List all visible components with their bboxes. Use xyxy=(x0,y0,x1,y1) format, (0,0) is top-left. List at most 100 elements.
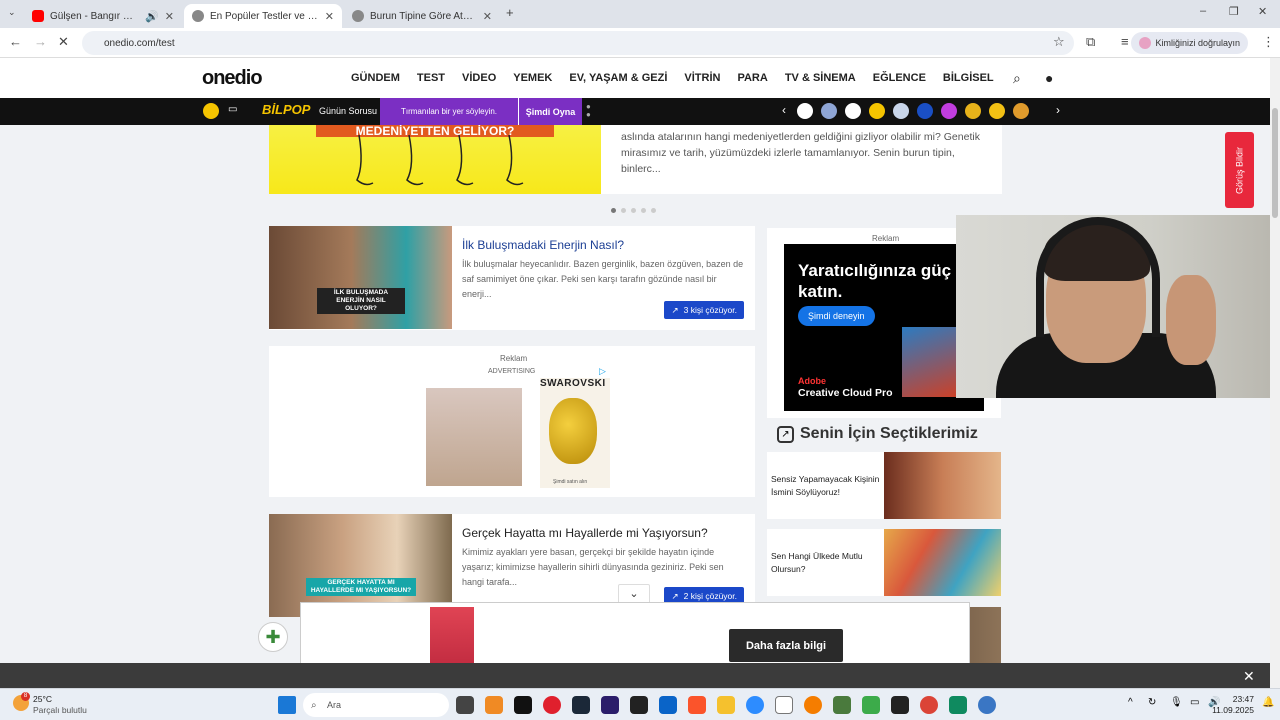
user-icon[interactable]: ● xyxy=(1045,70,1053,86)
minimize-icon[interactable]: – xyxy=(1200,5,1206,17)
quiz-card[interactable]: İLK BULUŞMADA ENERJİN NASIL OLUYOR? İlk … xyxy=(269,226,755,330)
close-ad-icon[interactable]: ✕ xyxy=(1243,668,1255,685)
nav-eglence[interactable]: EĞLENCE xyxy=(873,72,926,84)
category-icon[interactable] xyxy=(893,103,909,119)
taskbar-search[interactable]: ⌕ Ara xyxy=(303,693,449,717)
nav-ev-yasam-gezi[interactable]: EV, YAŞAM & GEZİ xyxy=(569,72,667,84)
collapse-ad-button[interactable]: ⌄ xyxy=(618,584,650,604)
solvers-button[interactable]: ↗ 3 kişi çözüyor. xyxy=(664,301,744,319)
task-view-icon[interactable] xyxy=(456,696,474,714)
more-info-button[interactable]: Daha fazla bilgi xyxy=(729,629,843,662)
feedback-button[interactable]: Görüş Bildir xyxy=(1225,132,1254,208)
notepad-icon[interactable] xyxy=(775,696,793,714)
carousel-dot[interactable] xyxy=(641,208,646,213)
carousel-dot[interactable] xyxy=(631,208,636,213)
mic-icon[interactable]: 🎙 xyxy=(1170,697,1183,708)
quiz-card[interactable]: GERÇEK HAYATTA MI HAYALLERDE MI YAŞIYORS… xyxy=(269,514,755,617)
card-title[interactable]: Gerçek Hayatta mı Hayallerde mi Yaşıyors… xyxy=(462,526,708,540)
app-a-icon[interactable] xyxy=(862,696,880,714)
nav-tv-sinema[interactable]: TV & SİNEMA xyxy=(785,72,856,84)
carousel-dot[interactable] xyxy=(621,208,626,213)
drag-handle-icon[interactable]: ● ● xyxy=(586,103,591,119)
card-title[interactable]: İlk Buluşmadaki Enerjin Nasıl? xyxy=(462,238,624,252)
new-tab-icon[interactable]: + xyxy=(506,5,514,20)
nav-bilgisel[interactable]: BİLGİSEL xyxy=(943,72,994,84)
stop-icon[interactable]: ✕ xyxy=(58,34,69,50)
card-thumbnail[interactable]: İLK BULUŞMADA ENERJİN NASIL OLUYOR? xyxy=(269,226,452,329)
chevron-right-icon[interactable]: › xyxy=(1056,103,1060,117)
nav-yemek[interactable]: YEMEK xyxy=(513,72,552,84)
search-icon[interactable]: ⌕ xyxy=(1013,70,1021,87)
nav-video[interactable]: VİDEO xyxy=(462,72,496,84)
settings-gear-icon[interactable] xyxy=(978,696,996,714)
adchoices-icon[interactable]: ▷ xyxy=(599,366,606,377)
category-icon[interactable] xyxy=(869,103,885,119)
adobe-ad[interactable]: Yaratıcılığınıza güç katın. Şimdi deneyi… xyxy=(784,244,984,411)
swarovski-ad[interactable]: Reklam ADVERTISING ▷ SWAROVSKI Şimdi sat… xyxy=(269,346,755,497)
outlook-icon[interactable] xyxy=(659,696,677,714)
system-clock[interactable]: 23:47 11.09.2025 xyxy=(1212,694,1254,716)
zoom-icon[interactable] xyxy=(746,696,764,714)
vlc-icon[interactable] xyxy=(485,696,503,714)
app-grid-icon[interactable] xyxy=(891,696,909,714)
carousel-dot[interactable] xyxy=(651,208,656,213)
bookmark-star-icon[interactable]: ☆ xyxy=(1053,34,1065,50)
close-tab-icon[interactable]: ✕ xyxy=(165,10,174,23)
app-m-icon[interactable] xyxy=(514,696,532,714)
nav-para[interactable]: PARA xyxy=(737,72,767,84)
steam-icon[interactable] xyxy=(572,696,590,714)
profile-button[interactable]: Kimliğinizi doğrulayın xyxy=(1131,32,1248,54)
scrollbar-thumb[interactable] xyxy=(1272,108,1278,218)
nav-gundem[interactable]: GÜNDEM xyxy=(351,72,400,84)
display-icon[interactable]: ▭ xyxy=(1190,697,1199,708)
tab-onedio[interactable]: En Popüler Testler ve Eğlenceli ✕ xyxy=(184,4,342,28)
hero-description[interactable]: aslında atalarının hangi medeniyetlerden… xyxy=(601,125,1002,194)
onedio-logo[interactable]: onedio xyxy=(202,67,263,90)
notifications-icon[interactable]: 🔔 xyxy=(1262,697,1274,708)
carousel-dot[interactable] xyxy=(611,208,616,213)
tray-chevron-icon[interactable]: ^ xyxy=(1128,697,1133,708)
plus-logo-icon[interactable]: ✚ xyxy=(258,622,288,652)
hero-image[interactable]: MEDENİYETTEN GELİYOR? xyxy=(269,125,601,194)
pick-item[interactable]: Sen Hangi Ülkede Mutlu Olursun? xyxy=(767,529,1001,596)
forward-icon[interactable]: → xyxy=(34,34,47,49)
blender-icon[interactable] xyxy=(804,696,822,714)
url-input[interactable]: onedio.com/test xyxy=(82,31,1074,55)
chevron-left-icon[interactable]: ‹ xyxy=(782,103,786,117)
category-icon[interactable] xyxy=(965,103,981,119)
category-icon[interactable] xyxy=(1013,103,1029,119)
category-icon[interactable] xyxy=(797,103,813,119)
tab-youtube[interactable]: Gülşen - Bangır Bangır - Yo 🔊 ✕ xyxy=(24,4,182,28)
back-icon[interactable]: ← xyxy=(9,34,22,49)
page-scrollbar[interactable] xyxy=(1270,58,1280,688)
sync-icon[interactable]: ↻ xyxy=(1148,697,1156,708)
category-icon[interactable] xyxy=(821,103,837,119)
category-icon[interactable] xyxy=(845,103,861,119)
close-tab-icon[interactable]: ✕ xyxy=(325,10,334,23)
adobe-try-button[interactable]: Şimdi deneyin xyxy=(798,306,875,326)
close-tab-icon[interactable]: ✕ xyxy=(483,10,492,23)
chrome-icon[interactable] xyxy=(920,696,938,714)
windows-start-icon[interactable] xyxy=(278,696,296,714)
category-icon[interactable] xyxy=(989,103,1005,119)
category-icon[interactable] xyxy=(917,103,933,119)
tab-list-icon[interactable]: ⌄ xyxy=(8,7,16,18)
daily-question[interactable]: Tırmanılan bir yer söyleyin. xyxy=(380,98,518,125)
file-explorer-icon[interactable] xyxy=(717,696,735,714)
maximize-icon[interactable]: ❐ xyxy=(1229,5,1239,18)
pick-item[interactable]: Sensiz Yapamayacak Kişinin İsmini Söylüy… xyxy=(767,452,1001,519)
close-window-icon[interactable]: ✕ xyxy=(1258,5,1267,18)
opera-icon[interactable] xyxy=(543,696,561,714)
app-green-icon[interactable] xyxy=(949,696,967,714)
epic-games-icon[interactable] xyxy=(630,696,648,714)
brave-icon[interactable] xyxy=(688,696,706,714)
minecraft-icon[interactable] xyxy=(833,696,851,714)
menu-kebab-icon[interactable]: ⋮ xyxy=(1262,34,1275,50)
nav-test[interactable]: TEST xyxy=(417,72,445,84)
reading-list-icon[interactable]: ≡ xyxy=(1121,34,1129,49)
category-icon[interactable] xyxy=(941,103,957,119)
play-now-button[interactable]: Şimdi Oyna xyxy=(518,98,582,125)
extensions-icon[interactable]: ⧉ xyxy=(1086,34,1095,50)
bilpop-logo[interactable]: BİLPOP xyxy=(262,102,310,117)
tab-burun[interactable]: Burun Tipine Göre Atalann Han ✕ xyxy=(344,4,500,28)
